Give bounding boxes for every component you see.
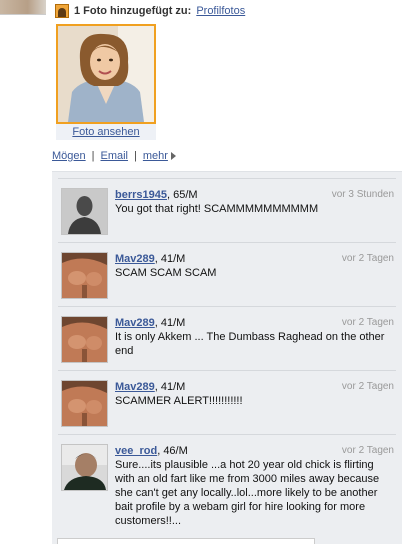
comment-user-link[interactable]: Mav289 [115,317,155,329]
comment-user-meta: , 41/M [154,317,186,329]
comments-panel: berrs1945, 65/M You got that right! SCAM… [52,171,402,544]
previous-photo-thumbnail[interactable] [0,0,46,15]
comment-time: vor 2 Tagen [341,253,394,264]
comment-item: Mav289, 41/M SCAM SCAM SCAM vor 2 Tagen [58,242,396,304]
like-link[interactable]: Mögen [52,150,86,162]
user-icon [55,4,69,18]
view-photo-link-box: Foto ansehen [56,124,156,140]
comment-user-link[interactable]: vee_rod [115,445,157,457]
avatar[interactable] [61,380,108,427]
separator: | [134,150,137,162]
comment-text: Sure....its plausible ...a hot 20 year o… [115,459,380,527]
comment-user-link[interactable]: Mav289 [115,381,155,393]
comment-user-meta: , 41/M [154,253,186,265]
comment-input[interactable] [57,538,315,544]
avatar[interactable] [61,316,108,363]
comment-item: Mav289, 41/M It is only Akkem ... The Du… [58,306,396,368]
avatar[interactable] [61,444,108,491]
activity-text: 1 Foto hinzugefügt zu: [74,5,192,17]
profile-photo[interactable] [56,24,156,124]
comment-user-link[interactable]: Mav289 [115,253,155,265]
comment-text: SCAM SCAM SCAM [115,267,217,279]
email-link[interactable]: Email [101,150,129,162]
comment-item: berrs1945, 65/M You got that right! SCAM… [58,178,396,240]
activity-headline: 1 Foto hinzugefügt zu: Profilfotos [55,3,245,19]
comment-time: vor 2 Tagen [341,381,394,392]
comment-time: vor 2 Tagen [341,317,394,328]
comment-time: vor 3 Stunden [331,189,394,200]
comment-user-meta: , 65/M [167,189,198,201]
more-link[interactable]: mehr [143,150,168,162]
comment-user-meta: , 46/M [157,445,188,457]
comment-item: Mav289, 41/M SCAMMER ALERT!!!!!!!!!!! vo… [58,370,396,432]
comment-item: vee_rod, 46/M Sure....its plausible ...a… [58,434,396,534]
action-bar: Mögen | Email | mehr [52,150,176,162]
comment-text: You got that right! SCAMMMMMMMMMM [115,203,319,215]
comment-text: SCAMMER ALERT!!!!!!!!!!! [115,395,243,407]
comment-user-meta: , 41/M [154,381,186,393]
comment-time: vor 2 Tagen [341,445,394,456]
album-link[interactable]: Profilfotos [196,5,245,17]
triangle-right-icon[interactable] [170,152,176,160]
comment-text: It is only Akkem ... The Dumbass Raghead… [115,331,385,357]
view-photo-link[interactable]: Foto ansehen [72,126,139,138]
comment-user-link[interactable]: berrs1945 [115,189,167,201]
separator: | [91,150,95,162]
avatar[interactable] [61,188,108,235]
avatar[interactable] [61,252,108,299]
